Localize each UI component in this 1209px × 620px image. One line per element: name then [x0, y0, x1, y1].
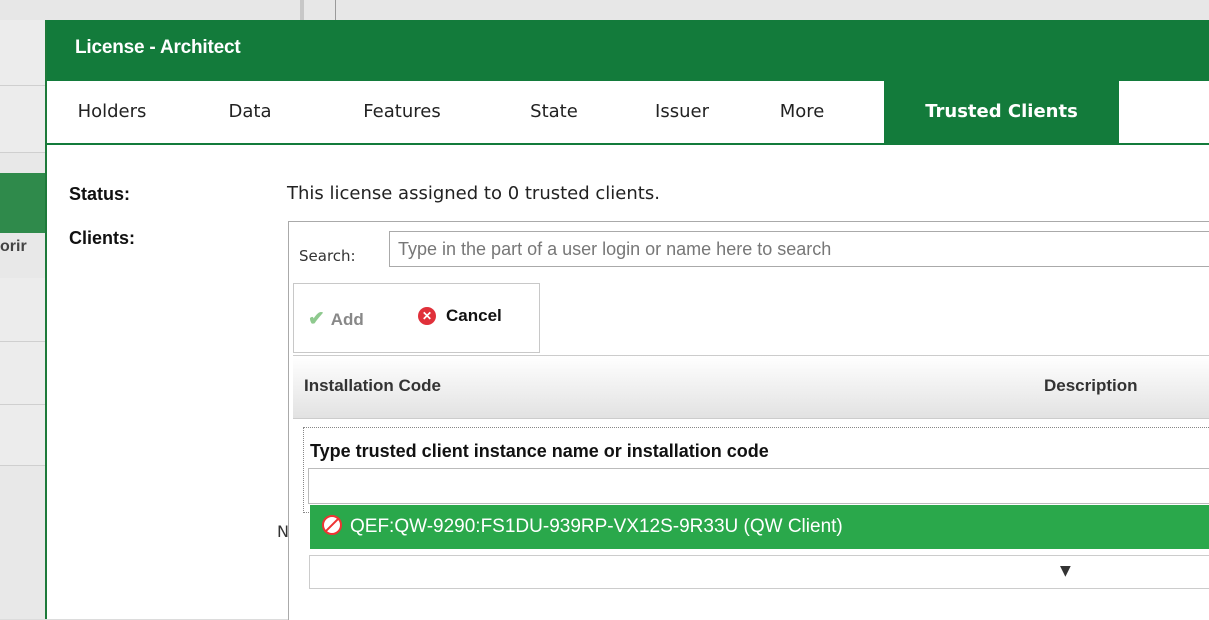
search-input[interactable] — [389, 231, 1209, 267]
column-installation-code[interactable]: Installation Code — [304, 376, 441, 396]
background-sidebar-selected-item — [0, 173, 45, 233]
background-sidebar-item — [0, 342, 45, 405]
background-partial-label: orir — [0, 238, 27, 255]
background-sidebar — [0, 20, 45, 619]
autocomplete-suggestion[interactable]: QEF:QW-9290:FS1DU-939RP-VX12S-9R33U (QW … — [310, 505, 1209, 549]
license-dialog: License - Architect Holders Data Feature… — [45, 20, 1209, 620]
cancel-button[interactable]: ✕ Cancel — [418, 306, 502, 326]
clients-toolbar: ✔ Add ✕ Cancel — [293, 283, 540, 353]
clients-panel: Search: ✔ Add ✕ Cancel Installation Code D… — [277, 221, 1209, 620]
dialog-titlebar: License - Architect — [47, 20, 1209, 81]
client-edit-prompt: Type trusted client instance name or ins… — [310, 441, 769, 461]
background-sidebar-item — [0, 405, 45, 466]
partial-label: N — [277, 522, 289, 541]
filter-icon[interactable]: ▼ — [1060, 563, 1071, 579]
tab-features[interactable]: Features — [337, 81, 467, 143]
clients-label: Clients: — [69, 228, 136, 248]
background-sidebar-item — [0, 278, 45, 342]
filter-row: ▼ — [309, 555, 1209, 589]
tab-issuer[interactable]: Issuer — [637, 81, 727, 143]
column-description[interactable]: Description — [1044, 376, 1138, 396]
checkmark-icon: ✔ — [308, 308, 325, 330]
tab-state[interactable]: State — [509, 81, 599, 143]
client-code-input[interactable] — [308, 468, 1209, 504]
cancel-button-label: Cancel — [446, 306, 502, 325]
background-sidebar-item — [0, 86, 45, 153]
status-text: This license assigned to 0 trusted clien… — [287, 183, 660, 204]
tab-bar: Holders Data Features State Issuer More … — [47, 81, 1209, 145]
tab-more[interactable]: More — [757, 81, 847, 143]
search-label: Search: — [299, 247, 356, 265]
status-label: Status: — [69, 184, 131, 204]
tab-data[interactable]: Data — [205, 81, 295, 143]
add-button[interactable]: ✔ Add — [308, 306, 364, 331]
background-top-bar — [0, 0, 1209, 20]
grid-header: Installation Code Description — [293, 355, 1209, 419]
client-edit-area: Type trusted client instance name or ins… — [303, 427, 1209, 513]
blocked-icon — [322, 515, 342, 535]
dialog-title: License - Architect — [75, 37, 241, 58]
background-splitter — [300, 0, 304, 20]
suggestion-text: QEF:QW-9290:FS1DU-939RP-VX12S-9R33U (QW … — [350, 516, 843, 537]
background-sidebar-item — [0, 20, 45, 86]
tab-trusted-clients[interactable]: Trusted Clients — [884, 81, 1119, 143]
close-circle-icon: ✕ — [418, 307, 436, 325]
tab-holders[interactable]: Holders — [47, 81, 177, 143]
background-divider — [335, 0, 336, 20]
add-button-label: Add — [330, 310, 364, 329]
